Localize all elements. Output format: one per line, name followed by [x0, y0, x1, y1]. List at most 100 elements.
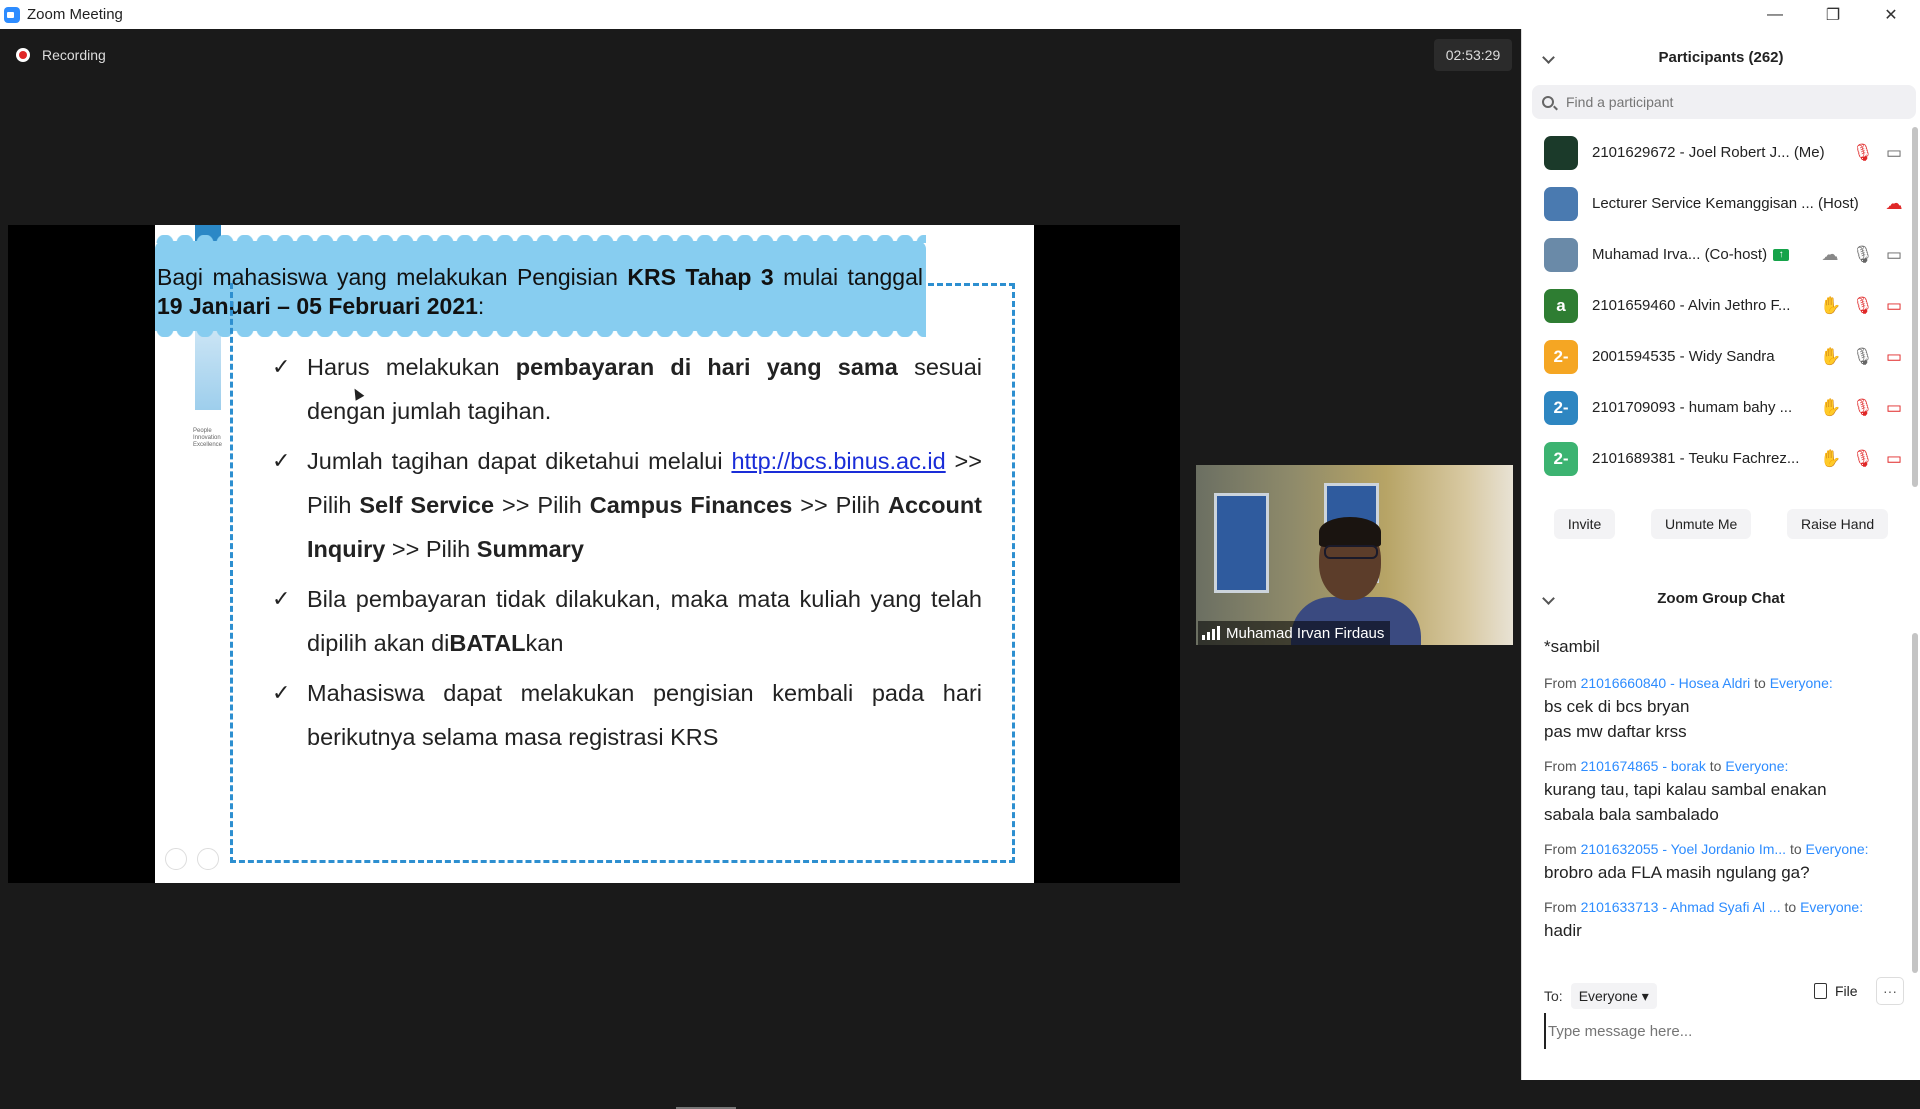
participant-row[interactable]: 2- 2101709093 - humam bahy ... ✋ 🎙︎ ▭ [1522, 382, 1912, 433]
video-off-icon: ▭ [1885, 397, 1903, 417]
participant-row[interactable]: Lecturer Service Kemanggisan ... (Host) … [1522, 178, 1912, 229]
chat-message: From 2101633713 - Ahmad Syafi Al ... to … [1544, 899, 1904, 943]
prev-slide-icon[interactable] [165, 848, 187, 870]
slide-tagline: People Innovation Excellence [193, 428, 223, 448]
checkmark-icon: ✓ [272, 448, 291, 473]
video-name-label: Muhamad Irvan Firdaus [1198, 621, 1391, 645]
checkmark-icon: ✓ [272, 354, 291, 379]
screen-share: People Innovation Excellence Bagi mahasisw… [8, 225, 1180, 883]
chat-message-partial: *sambil [1544, 637, 1600, 656]
unmute-me-button[interactable]: Unmute Me [1650, 509, 1752, 539]
participant-row[interactable]: 2- 2001594535 - Widy Sandra ✋ 🎙︎ ▭ [1522, 331, 1912, 382]
chat-scrollbar[interactable] [1912, 633, 1918, 973]
cloud-icon: ☁ [1821, 244, 1839, 264]
slide-bullets: ✓ Harus melakukan pembayaran di hari yan… [272, 345, 982, 765]
chat-recipient-row: To: Everyone ▾ File ··· [1544, 977, 1904, 1011]
next-slide-icon[interactable] [197, 848, 219, 870]
slide-nav-controls [165, 848, 219, 870]
participant-name: 2101659460 - Alvin Jethro F... [1592, 297, 1791, 314]
video-off-icon: ▭ [1885, 448, 1903, 468]
video-tile[interactable]: Muhamad Irvan Firdaus [1196, 465, 1513, 645]
message-meta: From 2101633713 - Ahmad Syafi Al ... to … [1544, 899, 1864, 915]
video-off-icon: ▭ [1885, 346, 1903, 366]
participant-name: 2101689381 - Teuku Fachrez... [1592, 450, 1800, 467]
video-off-icon: ▭ [1885, 295, 1903, 315]
slide-frame-top [928, 283, 1015, 286]
participant-name: 2001594535 - Widy Sandra [1592, 348, 1775, 365]
participant-name: 2101709093 - humam bahy ... [1592, 399, 1793, 416]
raise-hand-button[interactable]: Raise Hand [1787, 509, 1889, 539]
participant-row[interactable]: 2- 2101689381 - Teuku Fachrez... ✋ 🎙︎ ▭ [1522, 433, 1912, 484]
chat-message: From 2101632055 - Yoel Jordanio Im... to… [1544, 841, 1904, 885]
participant-name: Lecturer Service Kemanggisan ... (Host) [1592, 195, 1859, 212]
close-icon[interactable]: ✕ [1862, 0, 1920, 29]
slide-accent [195, 330, 221, 410]
participants-scrollbar[interactable] [1912, 127, 1918, 487]
participant-avatar [1544, 135, 1578, 170]
participant-name: 2101629672 - Joel Robert J... (Me) [1592, 144, 1825, 161]
message-meta: From 2101674865 - borak to Everyone: [1544, 758, 1789, 774]
participant-status: 🎙︎ ▭ [1852, 127, 1904, 178]
signal-strength-icon [1202, 626, 1220, 640]
search-icon [1542, 96, 1554, 108]
bullet-item: ✓ Bila pembayaran tidak dilakukan, maka … [272, 577, 982, 665]
chat-header: Zoom Group Chat [1522, 577, 1920, 619]
message-meta: From 2101632055 - Yoel Jordanio Im... to… [1544, 841, 1869, 857]
message-meta: From 21016660840 - Hosea Aldri to Everyo… [1544, 675, 1833, 691]
checkmark-icon: ✓ [272, 586, 291, 611]
participant-glasses [1324, 545, 1378, 559]
participant-status: ✋ 🎙︎ ▭ [1820, 382, 1904, 433]
video-camera-icon: ▭ [1885, 244, 1903, 264]
chat-message: From 21016660840 - Hosea Aldri to Everyo… [1544, 675, 1904, 744]
participant-status: ☁ 🎙︎ ▭ [1820, 229, 1904, 280]
restore-icon[interactable]: ❐ [1804, 0, 1862, 29]
raised-hand-icon: ✋ [1820, 397, 1842, 417]
meeting-timer: 02:53:29 [1434, 39, 1512, 71]
participant-row[interactable]: Muhamad Irva... (Co-host) ↑ ☁ 🎙︎ ▭ [1522, 229, 1912, 280]
recording-indicator[interactable]: Recording [16, 47, 106, 63]
window-controls: — ❐ ✕ [1746, 0, 1920, 29]
bcs-link[interactable]: http://bcs.binus.ac.id [731, 448, 945, 474]
participant-status: ✋ 🎙︎ ▭ [1820, 433, 1904, 484]
screen-share-icon: ↑ [1773, 248, 1790, 261]
more-options-button[interactable]: ··· [1876, 977, 1904, 1005]
participant-name: Muhamad Irva... (Co-host) [1592, 246, 1768, 263]
video-participant-name: Muhamad Irvan Firdaus [1226, 624, 1385, 642]
mic-muted-icon: 🎙︎ [1852, 397, 1874, 417]
participant-list: 2101629672 - Joel Robert J... (Me) 🎙︎ ▭ … [1522, 127, 1912, 484]
checkmark-icon: ✓ [272, 680, 291, 705]
chat-title: Zoom Group Chat [1657, 589, 1785, 607]
video-camera-icon: ▭ [1885, 142, 1903, 162]
participant-row[interactable]: 2101629672 - Joel Robert J... (Me) 🎙︎ ▭ [1522, 127, 1912, 178]
side-panel: Participants (262) 2101629672 - Joel Rob… [1521, 29, 1920, 1080]
chat-message: From 2101674865 - borak to Everyone: kur… [1544, 758, 1904, 827]
participant-row[interactable]: a 2101659460 - Alvin Jethro F... ✋ 🎙︎ ▭ [1522, 280, 1912, 331]
raised-hand-icon: ✋ [1820, 346, 1842, 366]
zoom-logo-icon [4, 6, 20, 23]
recording-label: Recording [42, 47, 106, 63]
bullet-item: ✓ Mahasiswa dapat melakukan pengisian ke… [272, 671, 982, 759]
participant-hair [1319, 517, 1381, 547]
microphone-icon: 🎙︎ [1852, 346, 1874, 366]
participant-avatar: a [1544, 288, 1578, 323]
recipient-select[interactable]: Everyone ▾ [1570, 983, 1657, 1009]
file-button[interactable]: File [1814, 983, 1858, 999]
participant-avatar [1544, 237, 1578, 272]
raised-hand-icon: ✋ [1820, 448, 1842, 468]
meeting-area: Recording 02:53:29 People Innovation Excel… [0, 29, 1521, 1109]
chevron-down-icon[interactable] [1542, 50, 1555, 64]
participant-search[interactable] [1532, 85, 1916, 119]
chevron-down-icon[interactable] [1542, 591, 1555, 605]
invite-button[interactable]: Invite [1553, 509, 1616, 539]
chat-message-input[interactable] [1544, 1013, 1904, 1049]
minimize-icon[interactable]: — [1746, 0, 1804, 29]
mic-muted-icon: 🎙︎ [1852, 295, 1874, 315]
mic-muted-icon: 🎙︎ [1852, 448, 1874, 468]
participant-actions: Invite Unmute Me Raise Hand [1522, 509, 1920, 539]
participant-search-input[interactable] [1564, 93, 1864, 111]
mic-muted-icon: 🎙︎ [1852, 142, 1874, 162]
participant-status: ✋ 🎙︎ ▭ [1820, 280, 1904, 331]
bullet-item: ✓ Harus melakukan pembayaran di hari yan… [272, 345, 982, 433]
cloud-recording-icon: ☁ [1885, 193, 1903, 213]
bullet-item: ✓ Jumlah tagihan dapat diketahui melalui… [272, 439, 982, 571]
